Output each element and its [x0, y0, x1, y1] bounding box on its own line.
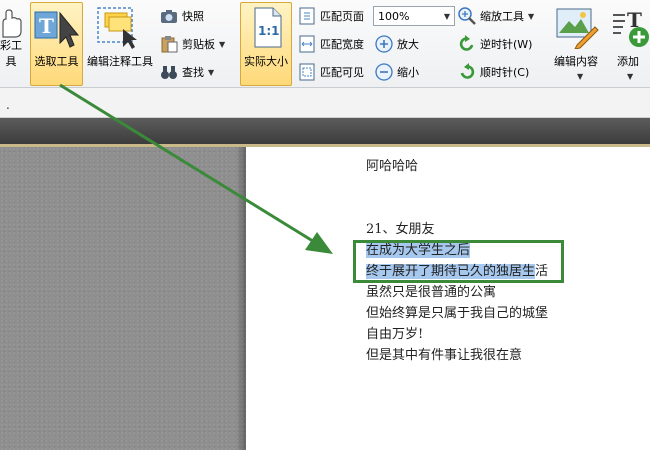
edit-annotation-tool-button[interactable]: 编辑注释工具 [84, 2, 156, 86]
rotate-left-button[interactable]: 逆时针(W) [458, 33, 532, 55]
add-text-icon: T [613, 8, 649, 47]
document-line: 21、女朋友 [366, 222, 435, 237]
clipboard-icon [160, 35, 178, 53]
add-button[interactable]: T 添加 ▼ [606, 2, 650, 86]
document-page[interactable]: 阿哈哈哈 21、女朋友 在成为大学生之后 终于展开了期待已久的独居生活 虽然只是… [246, 147, 650, 450]
zoom-select[interactable]: 100% ▼ [373, 6, 455, 26]
actual-size-icon-text: 1:1 [258, 24, 280, 38]
edit-content-icon [556, 8, 599, 49]
rotate-left-icon [458, 35, 476, 53]
zoom-out-button[interactable]: 缩小 [375, 61, 419, 83]
select-tool-button[interactable]: T 选取工具 [30, 2, 83, 86]
fit-page-button[interactable]: 匹配页面 [298, 5, 364, 27]
add-label: 添加 [617, 55, 639, 68]
find-button[interactable]: 查找 ▼ [160, 61, 214, 83]
magnifier-icon [458, 7, 476, 25]
snapshot-button[interactable]: 快照 [160, 5, 204, 27]
chevron-down-icon: ▼ [528, 11, 535, 21]
selection-highlight-box [353, 240, 564, 283]
zoom-tool-label: 缩放工具 [480, 10, 524, 23]
select-tool-label: 选取工具 [34, 55, 79, 68]
find-label: 查找 [182, 66, 204, 79]
snapshot-label: 快照 [182, 10, 204, 23]
chevron-down-icon: ▼ [577, 72, 584, 81]
hand-icon [2, 9, 22, 38]
fit-width-label: 匹配宽度 [320, 38, 364, 51]
zoom-value: 100% [378, 9, 410, 23]
rotate-left-label: 逆时针(W) [480, 38, 533, 51]
rotate-right-button[interactable]: 顺时针(C) [458, 61, 529, 83]
zoom-in-icon [375, 35, 393, 53]
rotate-right-label: 顺时针(C) [480, 66, 530, 79]
zoom-in-label: 放大 [397, 38, 419, 51]
dot-icon: . [6, 98, 10, 112]
edit-content-button[interactable]: 编辑内容 ▼ [548, 2, 604, 86]
hand-tool-button[interactable]: 彩工具 [0, 2, 28, 86]
zoom-out-icon [375, 63, 393, 81]
actual-size-button[interactable]: 1:1 实际大小 [240, 2, 292, 86]
chevron-down-icon: ▼ [219, 39, 226, 49]
hand-tool-label: 彩工具 [0, 39, 22, 68]
edit-content-label: 编辑内容 [554, 55, 598, 68]
svg-text:T: T [39, 14, 54, 38]
document-tab-bar [0, 118, 650, 144]
fit-visible-icon [298, 63, 316, 81]
camera-icon [160, 7, 178, 25]
clipboard-button[interactable]: 剪贴板 ▼ [160, 33, 225, 55]
zoom-in-button[interactable]: 放大 [375, 33, 419, 55]
document-line: 但是其中有件事让我很在意 [366, 348, 523, 363]
chevron-down-icon: ▼ [208, 67, 215, 77]
fit-visible-button[interactable]: 匹配可见 [298, 61, 364, 83]
fit-page-label: 匹配页面 [320, 10, 364, 23]
document-line: 但始终算是只属于我自己的城堡 [366, 306, 549, 321]
binoculars-icon [160, 63, 178, 81]
actual-size-icon: 1:1 [254, 7, 282, 48]
zoom-tool-button[interactable]: 缩放工具 ▼ [458, 5, 534, 27]
actual-size-label: 实际大小 [244, 55, 288, 68]
fit-width-button[interactable]: 匹配宽度 [298, 33, 364, 55]
chevron-down-icon: ▼ [627, 72, 634, 81]
zoom-out-label: 缩小 [397, 66, 419, 79]
document-line: 自由万岁! [366, 327, 424, 342]
fit-visible-label: 匹配可见 [320, 66, 364, 79]
clipboard-label: 剪贴板 [182, 38, 215, 51]
annotation-icon [97, 7, 137, 49]
ribbon-toolbar: 彩工具 T 选取工具 编辑注释工具 快照 剪贴板 ▼ 查找 ▼ 1:1 实际大小… [0, 0, 650, 88]
chevron-down-icon[interactable]: ▼ [440, 12, 454, 21]
fit-page-icon [298, 7, 316, 25]
ribbon-group-bar: . [0, 88, 650, 118]
document-line: 阿哈哈哈 [366, 159, 419, 174]
edit-annotation-label: 编辑注释工具 [87, 55, 153, 68]
document-line: 虽然只是很普通的公寓 [366, 285, 497, 300]
text-select-icon: T [34, 11, 80, 48]
rotate-right-icon [458, 63, 476, 81]
fit-width-icon [298, 35, 316, 53]
